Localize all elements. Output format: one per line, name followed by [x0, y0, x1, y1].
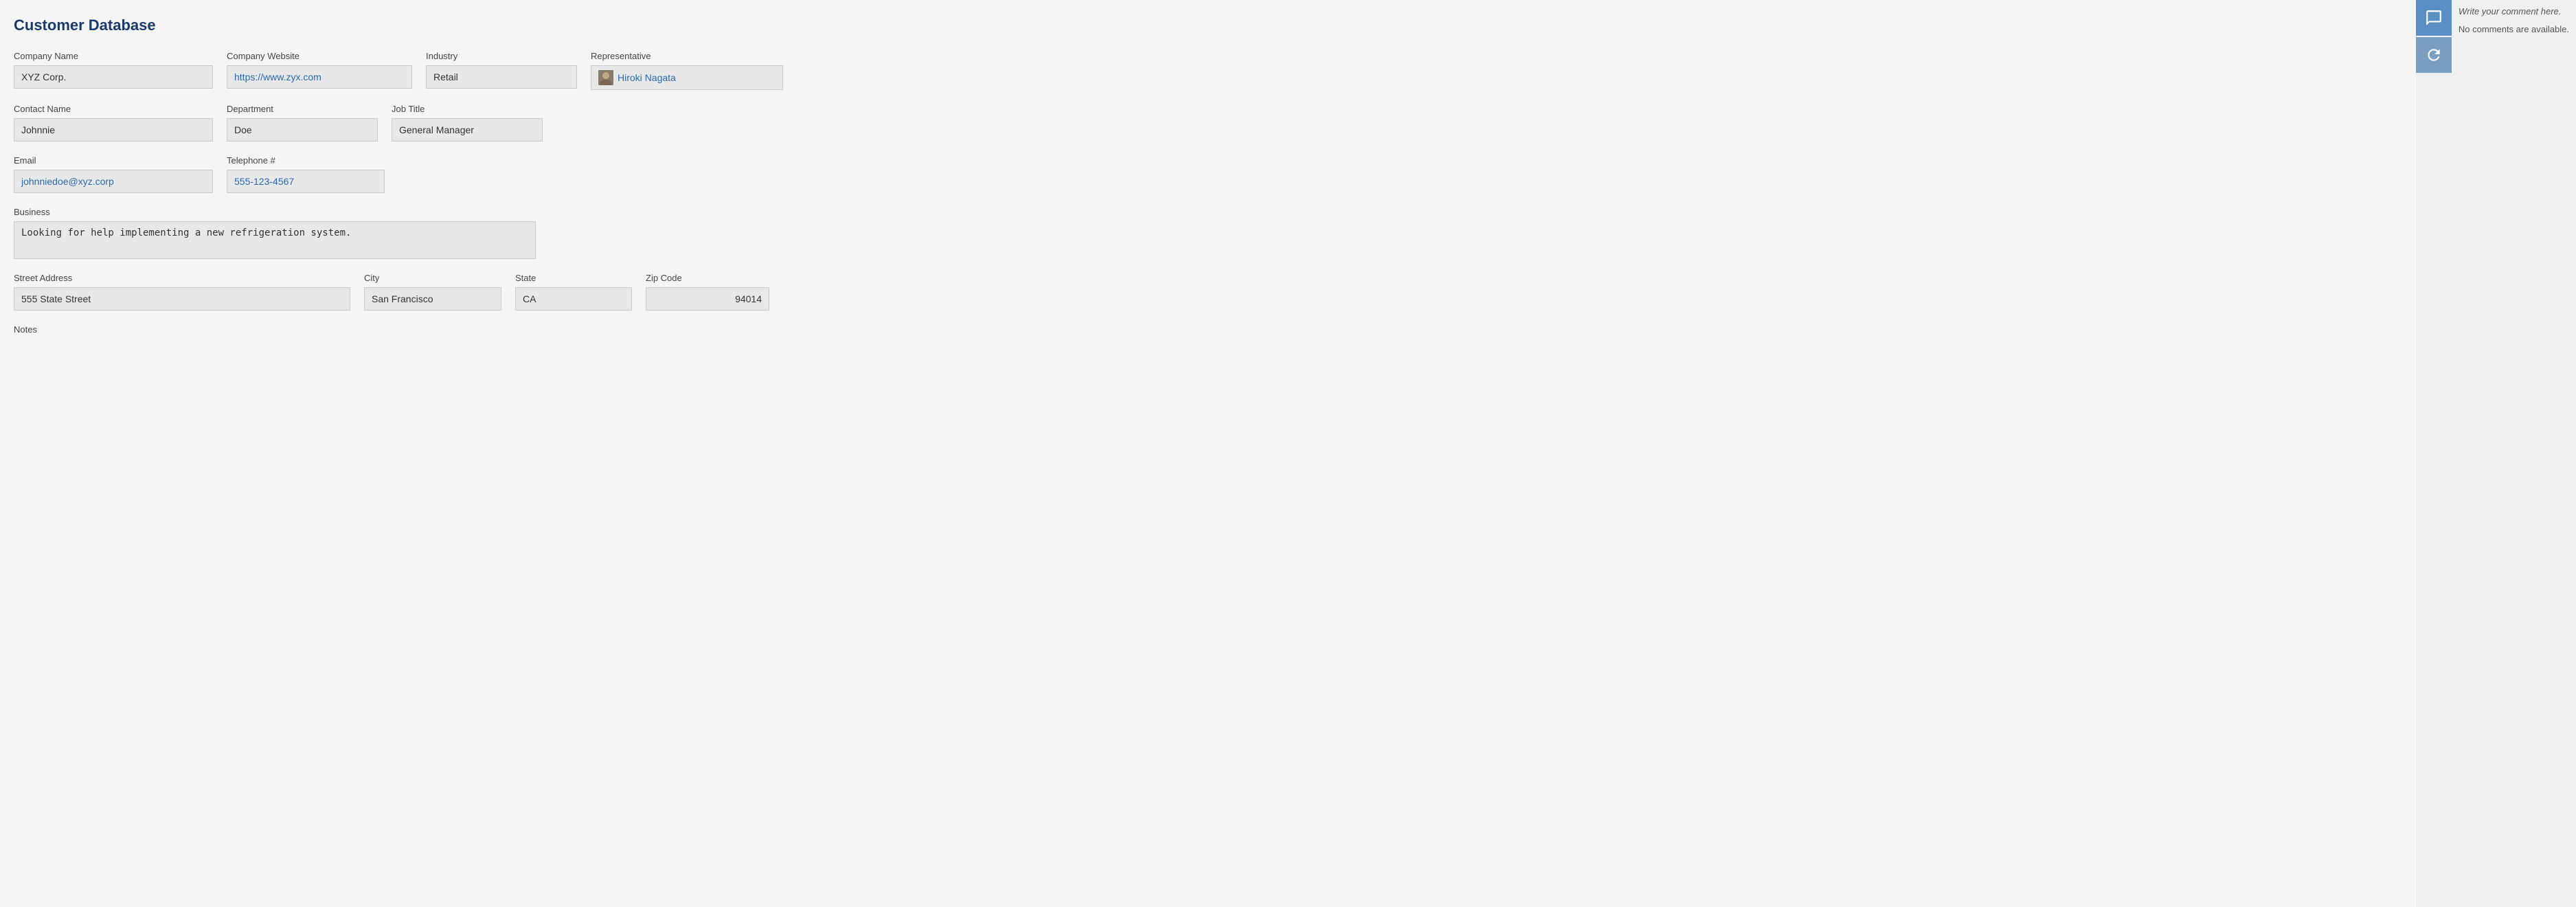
notes-group: Notes: [14, 324, 37, 335]
industry-group: Industry: [426, 51, 577, 89]
email-group: Email: [14, 155, 213, 193]
refresh-tab-button[interactable]: [2416, 37, 2452, 73]
state-input[interactable]: [515, 287, 632, 311]
representative-name: Hiroki Nagata: [618, 72, 676, 83]
zip-group: Zip Code: [646, 273, 769, 311]
right-panel: Write your comment here. No comments are…: [2416, 0, 2576, 907]
city-label: City: [364, 273, 501, 283]
comment-tab-button[interactable]: [2416, 0, 2452, 36]
representative-label: Representative: [591, 51, 783, 61]
business-group: Business: [14, 207, 536, 259]
job-title-label: Job Title: [392, 104, 543, 114]
job-title-group: Job Title: [392, 104, 543, 142]
city-group: City: [364, 273, 501, 311]
company-website-group: Company Website: [227, 51, 412, 89]
state-group: State: [515, 273, 632, 311]
job-title-input[interactable]: [392, 118, 543, 142]
industry-label: Industry: [426, 51, 577, 61]
company-name-input[interactable]: [14, 65, 213, 89]
comment-placeholder-text: Write your comment here.: [2459, 5, 2569, 18]
city-input[interactable]: [364, 287, 501, 311]
department-group: Department: [227, 104, 378, 142]
contact-name-group: Contact Name: [14, 104, 213, 142]
department-input[interactable]: [227, 118, 378, 142]
company-website-label: Company Website: [227, 51, 412, 61]
telephone-group: Telephone #: [227, 155, 385, 193]
zip-label: Zip Code: [646, 273, 769, 283]
business-label: Business: [14, 207, 536, 217]
street-label: Street Address: [14, 273, 350, 283]
company-name-label: Company Name: [14, 51, 213, 61]
state-label: State: [515, 273, 632, 283]
email-input[interactable]: [14, 170, 213, 193]
no-comments-text: No comments are available.: [2459, 23, 2569, 36]
telephone-label: Telephone #: [227, 155, 385, 166]
page-title: Customer Database: [14, 16, 2402, 34]
representative-field[interactable]: Hiroki Nagata: [591, 65, 783, 90]
notes-label: Notes: [14, 324, 37, 335]
zip-input[interactable]: [646, 287, 769, 311]
telephone-input[interactable]: [227, 170, 385, 193]
representative-group: Representative Hiroki Nagata: [591, 51, 783, 90]
business-textarea[interactable]: [14, 221, 536, 259]
contact-name-input[interactable]: [14, 118, 213, 142]
icon-column: [2416, 0, 2452, 907]
email-label: Email: [14, 155, 213, 166]
company-website-input[interactable]: [227, 65, 412, 89]
street-group: Street Address: [14, 273, 350, 311]
industry-input[interactable]: [426, 65, 577, 89]
representative-avatar: [598, 70, 613, 85]
department-label: Department: [227, 104, 378, 114]
company-name-group: Company Name: [14, 51, 213, 89]
street-input[interactable]: [14, 287, 350, 311]
comment-text-area: Write your comment here. No comments are…: [2452, 0, 2576, 907]
contact-name-label: Contact Name: [14, 104, 213, 114]
